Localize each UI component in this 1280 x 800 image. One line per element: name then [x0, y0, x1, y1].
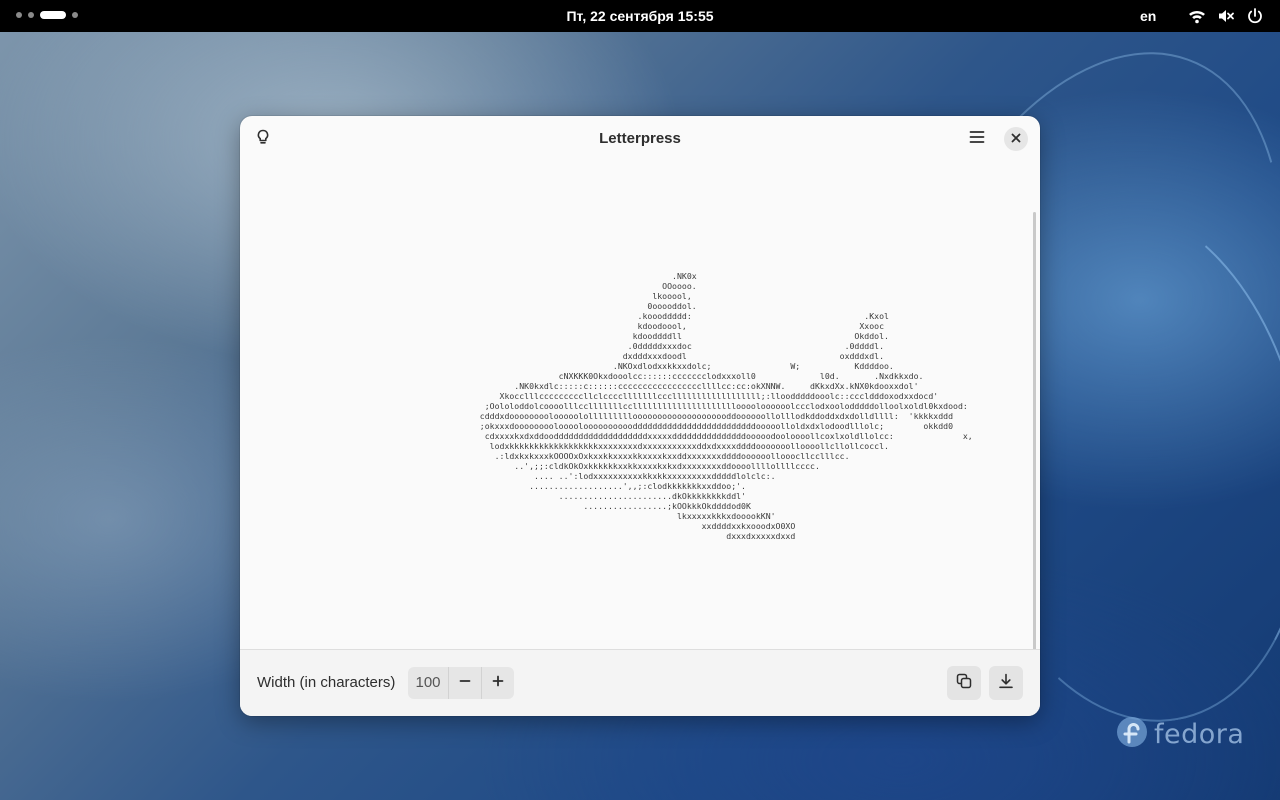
- volume-muted-icon[interactable]: [1217, 7, 1235, 25]
- close-icon: [1011, 130, 1021, 148]
- plus-icon: [492, 674, 504, 692]
- save-button[interactable]: [989, 666, 1023, 700]
- fedora-logo: fedora: [1116, 716, 1244, 753]
- window-title: Letterpress: [599, 130, 681, 147]
- clock-container: Пт, 22 сентября 15:55: [0, 0, 1280, 32]
- letterpress-window: Letterpress .NK0x OOoooo. lkooool, 0oooo…: [240, 116, 1040, 716]
- workspace-dot[interactable]: [28, 12, 34, 18]
- scrollbar[interactable]: [1033, 212, 1036, 668]
- workspace-dot-active[interactable]: [40, 11, 66, 19]
- close-button[interactable]: [1004, 127, 1028, 151]
- increase-width-button[interactable]: [481, 667, 514, 699]
- width-value[interactable]: 100: [408, 667, 448, 699]
- tips-button[interactable]: [248, 124, 278, 154]
- download-icon: [998, 673, 1014, 694]
- workspace-dot[interactable]: [16, 12, 22, 18]
- bottom-toolbar: Width (in characters) 100: [240, 649, 1040, 716]
- decrease-width-button[interactable]: [448, 667, 481, 699]
- clock[interactable]: Пт, 22 сентября 15:55: [566, 8, 713, 24]
- minus-icon: [459, 674, 471, 692]
- copy-icon: [956, 673, 972, 694]
- keyboard-layout-indicator[interactable]: en: [1140, 0, 1156, 32]
- fedora-wordmark: fedora: [1154, 719, 1245, 750]
- power-icon[interactable]: [1246, 7, 1264, 25]
- wifi-icon[interactable]: [1188, 7, 1206, 25]
- copy-button[interactable]: [947, 666, 981, 700]
- width-label: Width (in characters): [257, 674, 396, 691]
- workspace-dot[interactable]: [72, 12, 78, 18]
- ascii-output-view[interactable]: .NK0x OOoooo. lkooool, 0ooooddol. .koood…: [240, 162, 1040, 668]
- header-bar: Letterpress: [240, 116, 1040, 162]
- top-bar: Пт, 22 сентября 15:55 en: [0, 0, 1280, 32]
- width-spinbutton[interactable]: 100: [408, 667, 514, 699]
- fedora-icon: [1116, 716, 1148, 753]
- lightbulb-icon: [255, 129, 271, 150]
- window-title-container: Letterpress: [240, 116, 1040, 162]
- system-tray[interactable]: [1188, 7, 1264, 25]
- hamburger-menu-icon: [969, 129, 985, 150]
- workspace-indicator[interactable]: [16, 11, 78, 19]
- main-menu-button[interactable]: [962, 124, 992, 154]
- ascii-art-output[interactable]: .NK0x OOoooo. lkooool, 0ooooddol. .koood…: [396, 271, 973, 541]
